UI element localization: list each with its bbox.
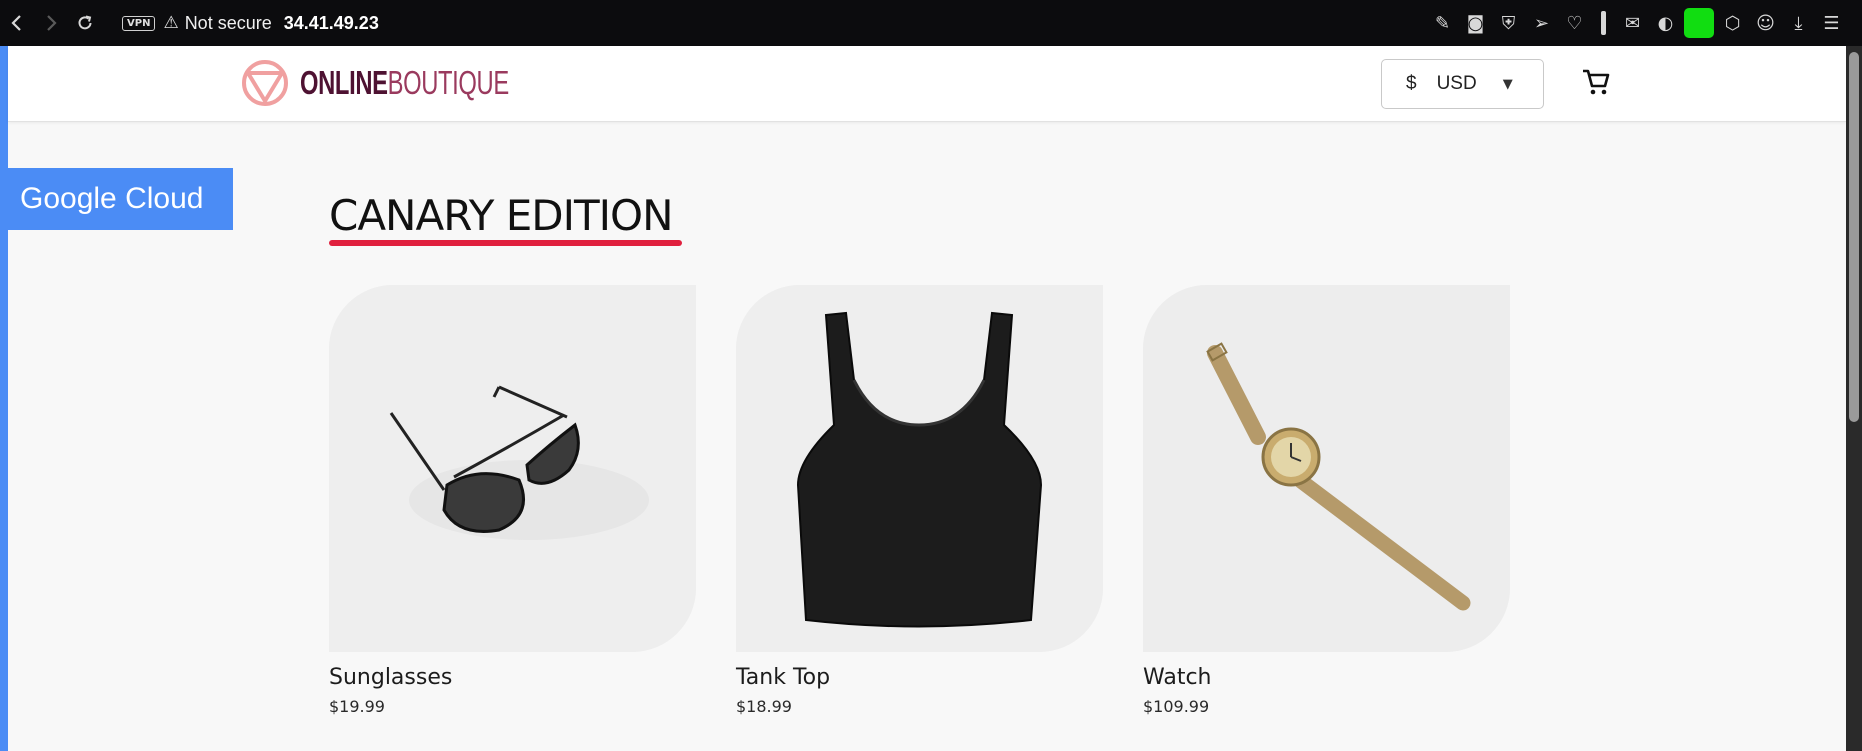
product-price: $109.99 [1143, 697, 1210, 716]
sidebar-divider [1601, 11, 1606, 35]
download-icon[interactable]: ⤓ [1782, 0, 1815, 46]
section-title: CANARY EDITION [329, 191, 673, 240]
menu-icon[interactable]: ☰ [1815, 0, 1848, 46]
page-scrollbar[interactable] [1846, 46, 1862, 751]
camera-icon[interactable]: ◙ [1459, 0, 1492, 46]
currency-code: USD [1436, 73, 1477, 94]
chevron-right-icon [47, 15, 57, 31]
title-underline [329, 240, 682, 246]
extension-circle-icon[interactable]: ◐ [1649, 0, 1682, 46]
product-card[interactable]: Tank Top $18.99 [736, 285, 1103, 716]
logo-mark-icon [242, 60, 288, 106]
send-icon[interactable]: ➢ [1525, 0, 1558, 46]
address-bar-url[interactable]: 34.41.49.23 [284, 13, 379, 34]
watch-image [1143, 285, 1510, 652]
logo-text-light: BOUTIQUE [387, 64, 510, 101]
product-price: $19.99 [329, 697, 385, 716]
mail-icon[interactable]: ✉ [1616, 0, 1649, 46]
sunglasses-image [329, 285, 696, 652]
forward-button[interactable] [34, 0, 68, 46]
product-name[interactable]: Sunglasses [329, 665, 452, 690]
logo-text-bold: ONLINE [300, 64, 388, 101]
heart-icon[interactable]: ♡ [1558, 0, 1591, 46]
left-accent-strip [0, 46, 8, 751]
product-image-watch[interactable] [1143, 285, 1510, 652]
profile-icon[interactable]: ☺ [1749, 0, 1782, 46]
vpn-badge[interactable]: VPN [122, 15, 156, 31]
product-image-sunglasses[interactable] [329, 285, 696, 652]
currency-symbol: $ [1406, 73, 1417, 94]
product-name[interactable]: Watch [1143, 665, 1212, 690]
back-button[interactable] [0, 0, 34, 46]
currency-select[interactable]: $ USD ▼ [1381, 59, 1544, 109]
cart-icon[interactable] [1580, 66, 1612, 98]
product-name[interactable]: Tank Top [736, 665, 830, 690]
page-content: ONLINEBOUTIQUE $ USD ▼ Google Cloud CANA… [0, 46, 1862, 751]
shield-icon[interactable]: ⛨ [1492, 0, 1525, 46]
scrollbar-thumb[interactable] [1849, 52, 1859, 422]
site-logo[interactable]: ONLINEBOUTIQUE [240, 58, 590, 108]
product-price: $18.99 [736, 697, 792, 716]
edit-icon[interactable]: ✎ [1426, 0, 1459, 46]
product-card[interactable]: Sunglasses $19.99 [329, 285, 696, 716]
logo-wordmark: ONLINEBOUTIQUE [300, 64, 509, 102]
warning-icon[interactable]: ⚠ [163, 13, 178, 33]
product-card[interactable]: Watch $109.99 [1143, 285, 1510, 716]
cube-icon[interactable]: ⬡ [1716, 0, 1749, 46]
site-header: ONLINEBOUTIQUE $ USD ▼ [8, 46, 1846, 122]
browser-toolbar: VPN ⚠ Not secure 34.41.49.23 ✎ ◙ ⛨ ➢ ♡ ✉… [0, 0, 1862, 46]
product-image-tank-top[interactable] [736, 285, 1103, 652]
chevron-left-icon [11, 15, 21, 31]
google-cloud-banner[interactable]: Google Cloud [0, 168, 233, 230]
caret-down-icon: ▼ [1502, 76, 1513, 92]
tank-top-image [736, 285, 1103, 652]
extension-green-icon[interactable] [1684, 8, 1714, 38]
extensions-area: ✎ ◙ ⛨ ➢ ♡ ✉ ◐ ⬡ ☺ ⤓ ☰ [1426, 0, 1848, 46]
reload-icon [78, 15, 92, 30]
reload-button[interactable] [68, 0, 102, 46]
security-status[interactable]: Not secure [185, 13, 272, 34]
